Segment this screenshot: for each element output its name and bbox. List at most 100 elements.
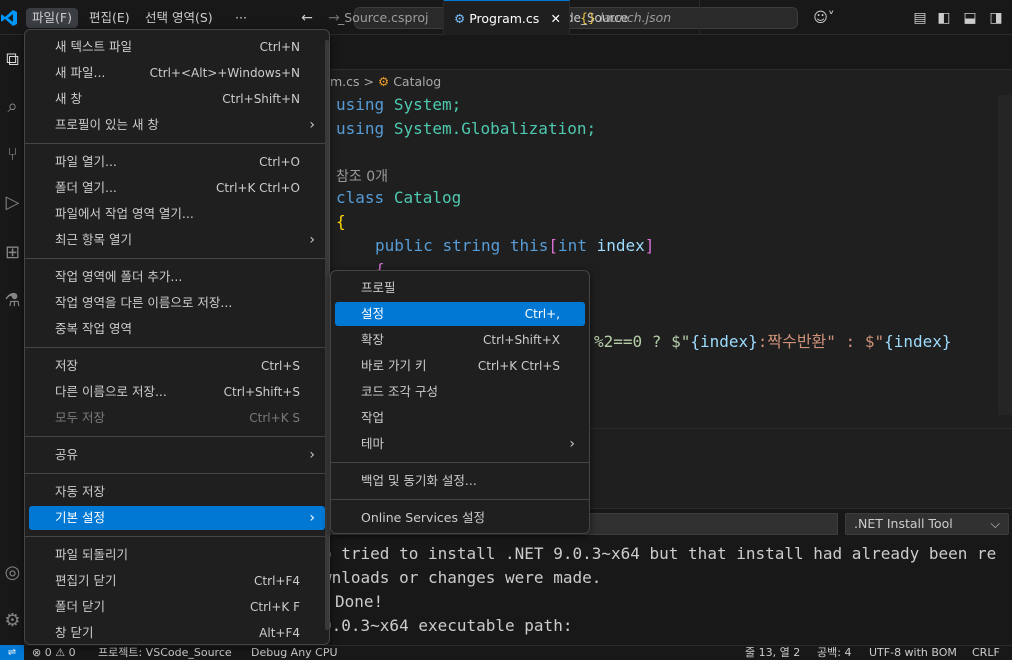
search-icon[interactable]: ⌕ bbox=[0, 93, 25, 121]
keyword: string bbox=[442, 236, 501, 255]
menu-item-label: 작업 영역을 다른 이름으로 저장... bbox=[55, 295, 233, 310]
toggle-primary-sidebar-icon[interactable]: ◧ bbox=[934, 8, 954, 28]
menu-item-backup-sync[interactable]: 백업 및 동기화 설정... bbox=[335, 469, 585, 493]
menu-item-revert-file[interactable]: 파일 되돌리기 bbox=[29, 543, 325, 567]
menu-item-tasks[interactable]: 작업 bbox=[335, 406, 585, 430]
menu-scrollbar[interactable] bbox=[325, 40, 329, 630]
manage-gear-icon[interactable]: ⚙ bbox=[0, 607, 25, 635]
build-config[interactable]: Debug Any CPU bbox=[251, 645, 338, 660]
vscode-logo-icon bbox=[0, 9, 20, 27]
output-channel-select[interactable]: .NET Install Tool ⌵ bbox=[845, 513, 1009, 535]
project-indicator[interactable]: 프로젝트: VSCode_Source bbox=[98, 645, 232, 660]
keyword: using bbox=[336, 119, 385, 138]
namespace: System; bbox=[393, 95, 462, 114]
menu-item-label: 저장 bbox=[55, 358, 79, 373]
codelens-references[interactable]: 참조 0개 bbox=[336, 166, 388, 186]
menu-item-save-workspace-as[interactable]: 작업 영역을 다른 이름으로 저장... bbox=[29, 291, 325, 315]
toggle-panel-icon[interactable]: ⬓ bbox=[960, 8, 980, 28]
source-control-icon[interactable]: ⑂ bbox=[0, 141, 25, 169]
menu-item-close-window[interactable]: 창 닫기 Alt+F4 bbox=[29, 621, 325, 644]
menu-edit[interactable]: 편집(E) bbox=[83, 8, 136, 28]
menu-item-duplicate-workspace[interactable]: 중복 작업 영역 bbox=[29, 317, 325, 341]
activity-bar bbox=[0, 35, 25, 645]
indentation[interactable]: 공백: 4 bbox=[817, 645, 851, 660]
menu-item-auto-save[interactable]: 자동 저장 bbox=[29, 480, 325, 504]
copilot-icon[interactable]: ☺˅ bbox=[810, 8, 838, 28]
menu-item-add-folder[interactable]: 작업 영역에 폴더 추가... bbox=[29, 265, 325, 289]
menu-item-open-file[interactable]: 파일 열기... Ctrl+O bbox=[29, 150, 325, 174]
menu-item-new-text-file[interactable]: 새 텍스트 파일 Ctrl+N bbox=[29, 35, 325, 59]
tab-program-cs[interactable]: ⚙ Program.cs ✕ bbox=[444, 0, 570, 35]
menu-item-preferences[interactable]: 기본 설정 › bbox=[29, 506, 325, 530]
string-literal: : $" bbox=[835, 332, 885, 351]
bracket: [ bbox=[548, 236, 559, 255]
tab-csproj[interactable]: _Source.csproj bbox=[328, 0, 444, 35]
breadcrumb-file[interactable]: m.cs bbox=[330, 74, 360, 89]
class-name: Catalog bbox=[393, 188, 462, 207]
menu-separator bbox=[25, 143, 329, 144]
menu-selection[interactable]: 선택 영역(S) bbox=[139, 8, 219, 28]
menu-item-close-editor[interactable]: 편집기 닫기 Ctrl+F4 bbox=[29, 569, 325, 593]
menu-item-label: 작업 bbox=[361, 410, 385, 425]
menu-item-shortcut: Ctrl+S bbox=[260, 359, 300, 373]
menu-item-save[interactable]: 저장 Ctrl+S bbox=[29, 354, 325, 378]
menu-item-label: 폴더 닫기 bbox=[55, 599, 105, 614]
output-channel-label: .NET Install Tool bbox=[854, 516, 953, 531]
breadcrumb-symbol[interactable]: Catalog bbox=[393, 74, 441, 89]
explorer-icon[interactable]: ⧉ bbox=[0, 46, 25, 74]
menu-item-label: 자동 저장 bbox=[55, 484, 105, 499]
menu-more[interactable]: ··· bbox=[229, 8, 253, 28]
run-debug-icon[interactable]: ▷ bbox=[0, 189, 25, 217]
menu-item-new-file[interactable]: 새 파일... Ctrl+<Alt>+Windows+N bbox=[29, 61, 325, 85]
customize-layout-icon[interactable]: ▤ bbox=[910, 8, 930, 28]
menu-item-snippets[interactable]: 코드 조각 구성 bbox=[335, 380, 585, 404]
menu-item-label: 공유 bbox=[55, 447, 79, 462]
extensions-icon[interactable]: ⊞ bbox=[0, 239, 25, 267]
menu-item-label: 확장 bbox=[361, 332, 385, 347]
menu-file[interactable]: 파일(F) bbox=[26, 8, 78, 28]
code-line: public string this[int index] bbox=[375, 234, 654, 258]
encoding[interactable]: UTF-8 with BOM bbox=[869, 645, 957, 660]
menu-item-shortcut: Alt+F4 bbox=[259, 626, 300, 640]
remote-icon[interactable]: ⇌ bbox=[0, 645, 24, 660]
menu-item-open-workspace[interactable]: 파일에서 작업 영역 열기... bbox=[29, 202, 325, 226]
output-line: 9.0.3~x64 executable path: bbox=[322, 616, 573, 635]
menu-item-save-as[interactable]: 다른 이름으로 저장... Ctrl+Shift+S bbox=[29, 380, 325, 404]
cursor-position[interactable]: 줄 13, 열 2 bbox=[745, 645, 800, 660]
chevron-right-icon: › bbox=[309, 232, 315, 248]
menu-separator bbox=[331, 462, 589, 463]
tab-launch-json[interactable]: {} launch.json bbox=[570, 0, 700, 35]
file-menu: 새 텍스트 파일 Ctrl+N 새 파일... Ctrl+<Alt>+Windows… bbox=[24, 29, 330, 645]
menu-item-label: 최근 항목 열기 bbox=[55, 232, 132, 247]
bracket: ] bbox=[644, 236, 655, 255]
problems-indicator[interactable]: ⊗ 0 ⚠ 0 bbox=[32, 645, 76, 660]
menu-item-profiles[interactable]: 프로필 bbox=[335, 276, 585, 300]
code-line: class Catalog bbox=[336, 186, 461, 210]
close-icon[interactable]: ✕ bbox=[551, 1, 561, 36]
menu-item-close-folder[interactable]: 폴더 닫기 Ctrl+K F bbox=[29, 595, 325, 619]
menu-item-settings[interactable]: 설정 Ctrl+, bbox=[335, 302, 585, 326]
back-arrow-icon[interactable]: ← bbox=[297, 8, 317, 28]
menu-item-new-window[interactable]: 새 창 Ctrl+Shift+N bbox=[29, 87, 325, 111]
menu-item-online-services[interactable]: Online Services 설정 bbox=[335, 506, 585, 530]
menu-item-keyboard-shortcuts[interactable]: 바로 가기 키 Ctrl+K Ctrl+S bbox=[335, 354, 585, 378]
menu-item-share[interactable]: 공유 › bbox=[29, 443, 325, 467]
menu-item-extensions[interactable]: 확장 Ctrl+Shift+X bbox=[335, 328, 585, 352]
menu-item-open-recent[interactable]: 최근 항목 열기 › bbox=[29, 228, 325, 252]
menu-item-new-window-profile[interactable]: 프로필이 있는 새 창 › bbox=[29, 113, 325, 137]
menu-item-shortcut: Ctrl+K F bbox=[250, 600, 300, 614]
toggle-secondary-sidebar-icon[interactable]: ◨ bbox=[986, 8, 1006, 28]
menu-item-label: 테마 bbox=[361, 436, 385, 451]
menu-item-open-folder[interactable]: 폴더 열기... Ctrl+K Ctrl+O bbox=[29, 176, 325, 200]
accounts-icon[interactable]: ◎ bbox=[0, 559, 25, 587]
breadcrumb-separator: > bbox=[363, 74, 375, 89]
testing-icon[interactable]: ⚗ bbox=[0, 287, 25, 315]
menu-item-label: 다른 이름으로 저장... bbox=[55, 384, 167, 399]
editor-scrollbar[interactable] bbox=[998, 95, 1012, 415]
menu-item-themes[interactable]: 테마 › bbox=[335, 432, 585, 456]
code-line: using System; bbox=[336, 93, 461, 117]
line-ending[interactable]: CRLF bbox=[972, 645, 1000, 660]
tab-label: _Source.csproj bbox=[338, 10, 429, 25]
output-line: o tried to install .NET 9.0.3~x64 but th… bbox=[322, 544, 997, 563]
menu-separator bbox=[25, 473, 329, 474]
